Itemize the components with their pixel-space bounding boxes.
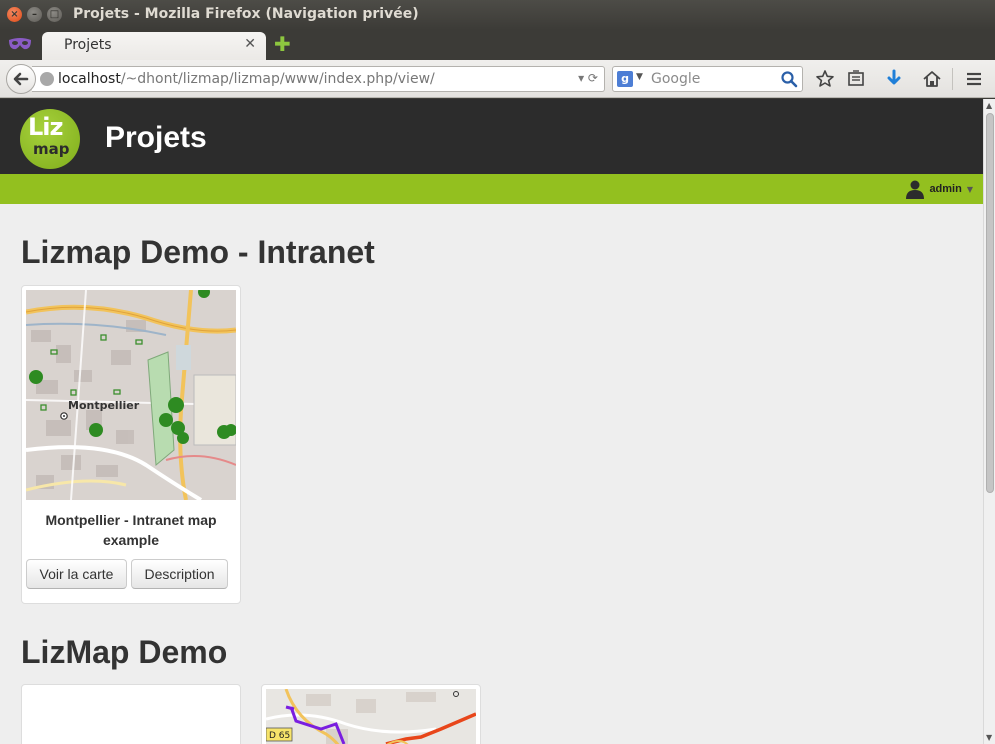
scroll-down-arrow-icon[interactable]: ▼: [986, 733, 992, 742]
view-map-button[interactable]: Voir la carte: [26, 559, 127, 589]
home-icon[interactable]: [922, 69, 942, 89]
project-thumbnail[interactable]: D 65: [266, 689, 476, 744]
tab-close-icon[interactable]: ✕: [244, 36, 256, 52]
search-magnifier-icon[interactable]: [780, 70, 798, 88]
tab-strip: Projets ✕ ✚: [0, 30, 995, 60]
hamburger-menu-icon[interactable]: [964, 69, 984, 89]
window-maximize-button[interactable]: □: [47, 7, 62, 22]
scrollbar-thumb[interactable]: [986, 113, 994, 493]
road-label: D 65: [269, 731, 290, 741]
user-silhouette-icon: [906, 180, 925, 199]
window-minimize-button[interactable]: –: [27, 7, 42, 22]
navigation-toolbar: localhost/~dhont/lizmap/lizmap/www/index…: [0, 60, 995, 98]
search-input[interactable]: Google: [651, 71, 700, 87]
url-dropdown-reload-icon[interactable]: ▾ ⟳: [578, 71, 598, 85]
tab-projets[interactable]: Projets ✕: [42, 32, 266, 60]
map-city-label: Montpellier: [68, 399, 140, 412]
caret-down-icon: ▼: [966, 184, 973, 194]
back-arrow-icon: [13, 72, 29, 86]
montpellier-map-image: Montpellier: [26, 290, 236, 500]
engine-dropdown-icon[interactable]: ▼: [636, 72, 643, 82]
project-title: Montpellier - Intranet map example: [45, 512, 217, 548]
reading-list-icon[interactable]: [846, 69, 866, 89]
user-bar: admin ▼: [0, 174, 983, 204]
lizmap-logo[interactable]: Liz map: [20, 109, 80, 169]
search-bar[interactable]: g ▼ Google: [612, 66, 803, 92]
description-button[interactable]: Description: [131, 559, 228, 589]
tab-label: Projets: [64, 37, 112, 53]
url-bar[interactable]: localhost/~dhont/lizmap/lizmap/www/index…: [32, 66, 605, 92]
downloads-arrow-icon[interactable]: [884, 69, 904, 89]
page-scrollbar[interactable]: ▲ ▼: [983, 99, 995, 744]
user-menu[interactable]: admin ▼: [905, 179, 973, 199]
logo-text-bottom: map: [33, 140, 70, 158]
private-browsing-mask-icon: [9, 38, 31, 50]
project-card: D 65: [261, 684, 481, 744]
project-card: [21, 684, 241, 744]
toolbar-separator: [952, 68, 953, 90]
window-close-button[interactable]: ×: [7, 7, 22, 22]
site-header: Liz map Projets: [0, 99, 983, 174]
section-title: Lizmap Demo - Intranet: [21, 234, 375, 270]
url-text[interactable]: localhost/~dhont/lizmap/lizmap/www/index…: [58, 71, 435, 87]
project-thumbnail[interactable]: Montpellier: [26, 290, 236, 500]
logo-text-top: Liz: [28, 113, 63, 141]
scroll-up-arrow-icon[interactable]: ▲: [986, 101, 992, 110]
section-title: LizMap Demo: [21, 634, 228, 670]
window-title: Projets - Mozilla Firefox (Navigation pr…: [73, 6, 419, 22]
site-identity-globe-icon[interactable]: [40, 72, 54, 86]
window-titlebar: × – □ Projets - Mozilla Firefox (Navigat…: [0, 0, 995, 30]
project-thumbnail[interactable]: [26, 689, 236, 744]
demo-map-image: D 65: [266, 689, 476, 744]
google-engine-icon[interactable]: g: [617, 71, 633, 87]
project-card: Montpellier Montpellier - Intranet map e…: [21, 285, 241, 604]
page-viewport: Liz map Projets admin ▼ Lizmap Demo - In…: [0, 99, 983, 744]
bookmark-star-icon[interactable]: [815, 69, 835, 89]
page-title: Projets: [105, 121, 207, 154]
back-button[interactable]: [6, 64, 36, 94]
user-name: admin: [929, 183, 962, 195]
new-tab-plus-icon[interactable]: ✚: [274, 34, 291, 54]
